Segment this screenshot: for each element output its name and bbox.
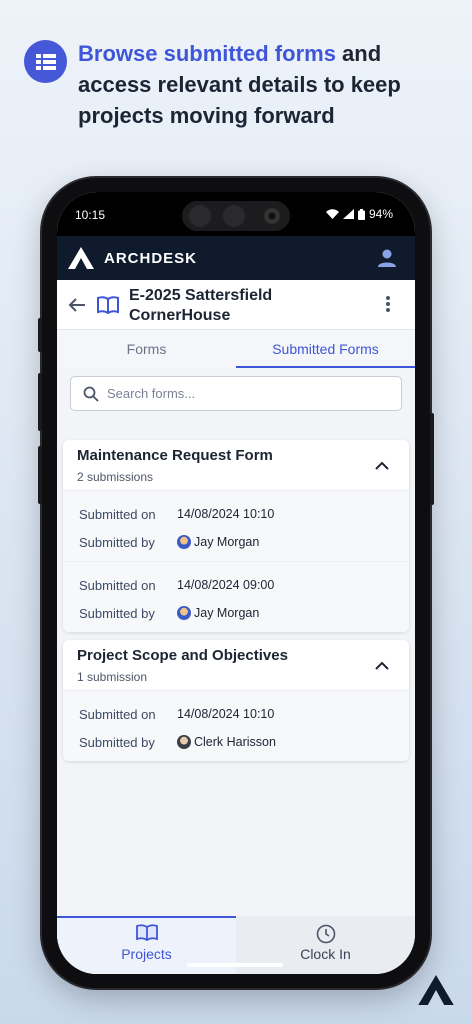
form-card-header[interactable]: Project Scope and Objectives 1 submissio… [63,640,409,690]
submitted-by-label: Submitted by [79,606,155,621]
submitted-on-label: Submitted on [79,578,156,593]
project-book-icon [97,296,119,319]
chevron-up-icon[interactable] [375,457,389,475]
battery-icon [357,208,365,220]
volume-up-button [38,373,42,431]
submitted-on-value: 14/08/2024 09:00 [177,578,275,592]
submission-item[interactable]: Submitted on 14/08/2024 10:10 Submitted … [63,490,409,561]
nav-projects-label: Projects [121,946,172,962]
form-card-maintenance-request[interactable]: Maintenance Request Form 2 submissions S… [63,440,409,632]
chevron-up-icon[interactable] [375,657,389,675]
archdesk-corner-logo-icon [418,975,454,1010]
form-title: Project Scope and Objectives [77,647,288,664]
project-title-line2: CornerHouse [129,307,231,324]
status-indicators: 94% [325,207,393,221]
submitted-by-label: Submitted by [79,735,155,750]
home-indicator[interactable] [187,963,283,967]
power-button [430,413,434,505]
submitted-by-value: Jay Morgan [177,535,259,549]
submitted-on-value: 14/08/2024 10:10 [177,707,275,721]
phone-screen: 10:15 94% ARCHDESK E-2025 Sattersfield C… [57,192,415,974]
back-arrow-icon[interactable] [68,297,86,318]
project-title-line1: E-2025 Sattersfield [129,287,273,304]
more-options-icon[interactable] [385,295,391,318]
nav-clock-in-label: Clock In [300,946,351,962]
app-bar: ARCHDESK [57,236,415,280]
promo-headline: Browse submitted forms and access releva… [78,38,458,131]
submitted-by-value: Jay Morgan [177,606,259,620]
avatar [177,735,191,749]
phone-frame: 10:15 94% ARCHDESK E-2025 Sattersfield C… [38,178,434,988]
archdesk-logo: ARCHDESK [68,247,197,269]
submission-item[interactable]: Submitted on 14/08/2024 10:10 Submitted … [63,690,409,761]
user-icon[interactable] [377,248,397,273]
list-icon [24,40,67,83]
submitted-on-label: Submitted on [79,707,156,722]
avatar [177,535,191,549]
tab-forms[interactable]: Forms [57,330,236,368]
wifi-icon [325,209,339,219]
tab-bar: Forms Submitted Forms [57,330,415,368]
volume-down-button [38,446,42,504]
brand-name: ARCHDESK [104,249,198,267]
submission-item[interactable]: Submitted on 14/08/2024 09:00 Submitted … [63,561,409,632]
status-bar: 10:15 94% [57,192,415,236]
battery-level: 94% [368,207,393,221]
form-card-project-scope[interactable]: Project Scope and Objectives 1 submissio… [63,640,409,761]
project-title: E-2025 Sattersfield CornerHouse [129,286,359,326]
submitter-name: Clerk Harisson [194,735,276,749]
tab-submitted-forms[interactable]: Submitted Forms [236,330,415,368]
form-title: Maintenance Request Form [77,447,273,464]
submission-count: 1 submission [77,670,148,684]
submitted-by-value: Clerk Harisson [177,735,276,749]
dynamic-island [182,201,290,231]
project-header: E-2025 Sattersfield CornerHouse [57,280,415,330]
avatar [177,606,191,620]
submitter-name: Jay Morgan [194,606,260,620]
book-icon [135,924,158,946]
signal-icon [342,209,354,219]
submission-count: 2 submissions [77,470,154,484]
search-icon [83,386,99,407]
form-card-header[interactable]: Maintenance Request Form 2 submissions [63,440,409,490]
submitted-on-value: 14/08/2024 10:10 [177,507,275,521]
submitter-name: Jay Morgan [194,535,260,549]
submitted-on-label: Submitted on [79,507,156,522]
status-time: 10:15 [75,208,106,222]
promo-headline-highlight: Browse submitted forms [78,41,336,66]
submitted-by-label: Submitted by [79,535,155,550]
archdesk-logo-icon [68,247,94,269]
search-input[interactable] [107,377,387,410]
side-button [38,318,42,352]
search-box [70,376,402,411]
